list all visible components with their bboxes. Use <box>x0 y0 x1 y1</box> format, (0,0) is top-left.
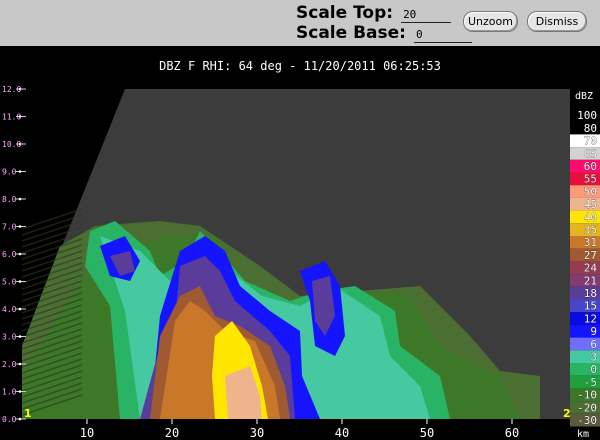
y-tick-dot <box>18 197 22 201</box>
scale-top-input[interactable] <box>401 7 452 23</box>
colorbar-label: 24 <box>584 262 598 275</box>
colorbar-label: 15 <box>584 300 597 313</box>
scale-top-label: Scale Top: <box>296 3 394 23</box>
colorbar-label: 21 <box>584 274 597 287</box>
rhi-plot[interactable]: 12.011.010.09.08.07.06.05.04.03.02.01.00… <box>0 46 600 440</box>
colorbar-label: -20 <box>577 401 597 414</box>
colorbar-label: 6 <box>590 338 597 351</box>
colorbar-label: -30 <box>577 414 597 427</box>
radar-display: DBZ F RHI: 64 deg - 11/20/2011 06:25:53 … <box>0 46 600 440</box>
x-tick-label: 10 <box>80 426 94 440</box>
y-tick-dot <box>18 252 22 256</box>
x-tick-label: 50 <box>420 426 434 440</box>
colorbar-label: 3 <box>590 351 597 364</box>
y-tick-label: 9.0 <box>2 168 17 177</box>
y-tick-label: 0.0 <box>2 415 17 424</box>
y-tick-label: 4.0 <box>2 305 17 314</box>
toolbar: Scale Top: Scale Base: Unzoom Dismiss <box>0 0 600 46</box>
y-tick-label: 7.0 <box>2 223 17 232</box>
scale-base-input[interactable] <box>413 27 472 43</box>
colorbar-label: 80 <box>584 122 597 135</box>
colorbar-label: 60 <box>584 160 597 173</box>
y-tick-dot <box>18 390 22 393</box>
y-tick-label: 1.0 <box>2 388 17 397</box>
dismiss-button[interactable]: Dismiss <box>527 11 587 32</box>
colorbar-label: 40 <box>584 211 597 224</box>
colorbar-label: -10 <box>577 389 597 402</box>
y-tick-label: 5.0 <box>2 278 17 287</box>
colorbar-label: 9 <box>590 325 597 338</box>
y-tick-label: 8.0 <box>2 195 17 204</box>
y-tick-dot <box>18 362 22 366</box>
unzoom-button[interactable]: Unzoom <box>463 11 518 32</box>
colorbar-label: 55 <box>584 173 597 186</box>
colorbar-label: 12 <box>584 312 597 325</box>
y-tick-label: 10.0 <box>2 140 21 149</box>
x-tick-label: 40 <box>335 426 349 440</box>
x-unit-label: km <box>577 429 589 440</box>
y-tick-dot <box>18 280 22 283</box>
colorbar-label: 0 <box>590 363 597 376</box>
y-tick-label: 6.0 <box>2 250 17 259</box>
colorbar-label: 18 <box>584 287 597 300</box>
y-tick-label: 11.0 <box>2 113 21 122</box>
y-tick-dot <box>18 335 22 338</box>
scale-top-row: Scale Top: <box>296 3 452 23</box>
y-tick-dot <box>18 170 22 173</box>
colorbar-unit: dBZ <box>575 91 593 102</box>
colorbar-label: 45 <box>584 198 597 211</box>
corner-label-left: 1 <box>24 407 32 420</box>
y-tick-label: 3.0 <box>2 333 17 342</box>
x-tick-label: 20 <box>165 426 179 440</box>
y-tick-label: 2.0 <box>2 360 17 369</box>
x-tick-label: 60 <box>505 426 519 440</box>
colorbar-label: 70 <box>584 135 597 148</box>
colorbar-label: 35 <box>584 224 597 237</box>
x-tick-label: 30 <box>250 426 264 440</box>
y-tick-dot <box>18 307 22 311</box>
colorbar-label: 100 <box>577 109 597 122</box>
scale-base-row: Scale Base: <box>296 23 472 43</box>
colorbar-label: 27 <box>584 249 597 262</box>
y-tick-label: 12.0 <box>2 85 21 94</box>
corner-label-right: 2 <box>563 407 571 420</box>
colorbar-label: 50 <box>584 185 597 198</box>
colorbar-label: 31 <box>584 236 597 249</box>
colorbar-label: 65 <box>584 147 597 160</box>
y-tick-dot <box>18 417 22 421</box>
y-tick-dot <box>18 225 22 228</box>
scale-base-label: Scale Base: <box>296 23 406 43</box>
colorbar-label: -5 <box>584 376 597 389</box>
